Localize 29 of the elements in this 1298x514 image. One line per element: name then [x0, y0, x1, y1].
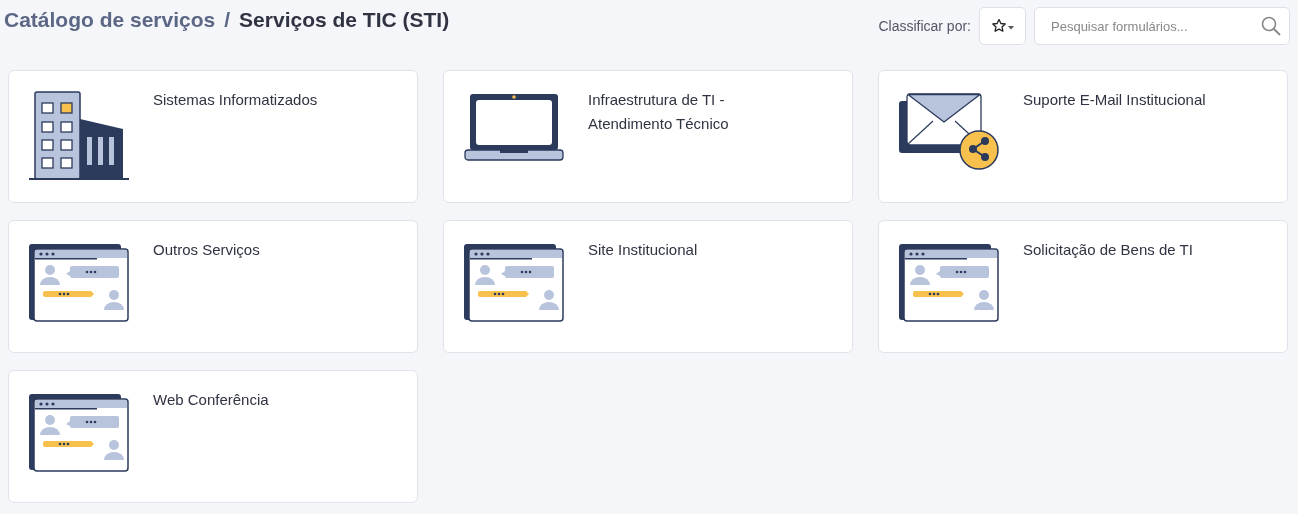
- sort-button[interactable]: [979, 7, 1026, 45]
- service-card[interactable]: Solicitação de Bens de TI: [878, 220, 1288, 353]
- search-icon: [1261, 16, 1281, 36]
- service-card[interactable]: Suporte E-Mail Institucional: [878, 70, 1288, 203]
- service-card[interactable]: Web Conferência: [8, 370, 418, 503]
- service-title: Web Conferência: [153, 390, 270, 410]
- chat-window-icon: [29, 243, 129, 323]
- sort-label: Classificar por:: [878, 18, 971, 34]
- page-title: Serviços de TIC (STI): [239, 7, 450, 32]
- service-title: Site Institucional: [588, 240, 699, 260]
- envelope-share-icon: [899, 93, 999, 173]
- chat-window-icon: [29, 393, 129, 473]
- breadcrumb-link[interactable]: Catálogo de serviços: [4, 7, 216, 32]
- star-icon: [990, 18, 1015, 34]
- chat-window-icon: [899, 243, 999, 323]
- service-card[interactable]: Site Institucional: [443, 220, 853, 353]
- service-card[interactable]: Outros Serviços: [8, 220, 418, 353]
- service-title: Sistemas Informatizados: [153, 90, 319, 110]
- service-card[interactable]: Infraestrutura de TI - Atendimento Técnico: [443, 70, 853, 203]
- breadcrumb-separator: /: [224, 7, 231, 32]
- service-title: Suporte E-Mail Institucional: [1023, 90, 1207, 110]
- service-title: Outros Serviços: [153, 240, 261, 260]
- building-icon: [29, 91, 129, 181]
- service-card[interactable]: Sistemas Informatizados: [8, 70, 418, 203]
- search-field[interactable]: Pesquisar formulários...: [1034, 7, 1290, 45]
- service-title: Infraestrutura de TI - Atendimento Técnico: [588, 90, 730, 134]
- service-title: Solicitação de Bens de TI: [1023, 240, 1194, 260]
- chat-window-icon: [464, 243, 564, 323]
- laptop-icon: [464, 93, 564, 163]
